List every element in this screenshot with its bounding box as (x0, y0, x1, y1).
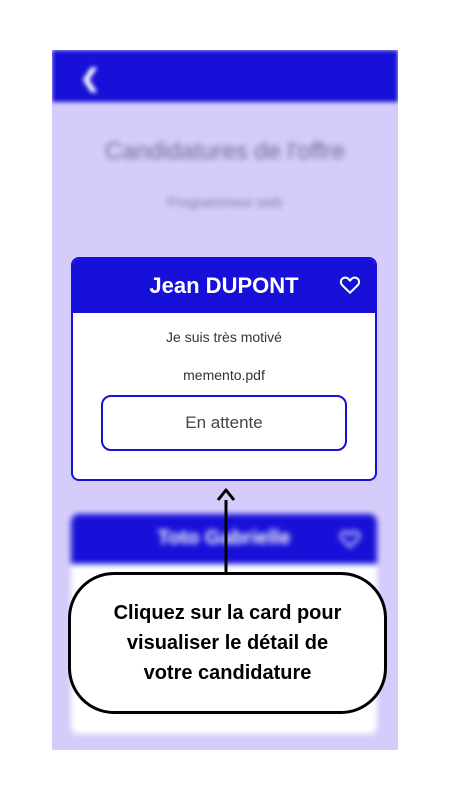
tooltip-line-1: Cliquez sur la card pour (113, 602, 342, 624)
tooltip-line-2: visualiser le détail de (126, 632, 329, 654)
help-tooltip: Cliquez sur la card pour visualiser le d… (68, 572, 387, 714)
tooltip-line-3: votre candidature (143, 662, 312, 684)
